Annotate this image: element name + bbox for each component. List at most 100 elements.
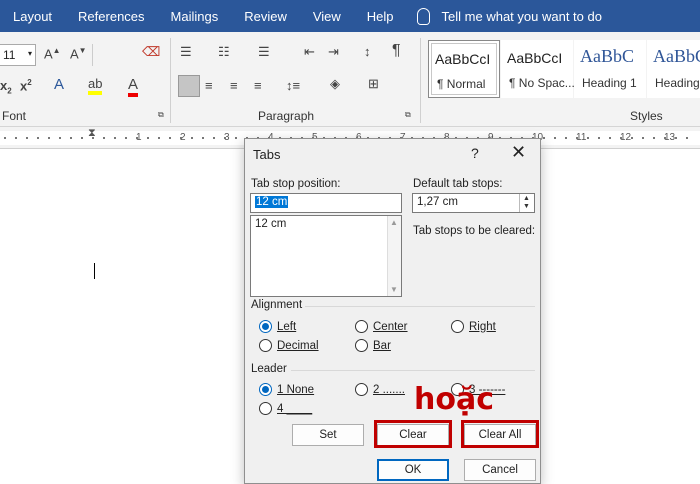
style-no-spacing[interactable]: AaBbCcI ¶ No Spac... — [501, 40, 575, 98]
align-right-icon[interactable]: ≡ — [230, 78, 238, 93]
subscript-icon[interactable]: x2 — [0, 78, 12, 96]
close-icon[interactable]: ✕ — [511, 142, 526, 163]
ruler-tick — [26, 137, 28, 139]
line-spacing-icon[interactable]: ↕≡ — [286, 78, 300, 93]
spin-up-icon[interactable]: ▲ — [523, 195, 530, 202]
font-dialog-launcher-icon[interactable]: ⧉ — [158, 110, 164, 120]
annotation-text: hoặc — [414, 382, 494, 417]
tab-references[interactable]: References — [65, 9, 157, 24]
ruler-tick — [103, 137, 105, 139]
scroll-down-icon[interactable]: ▼ — [390, 285, 398, 294]
ruler-tick — [576, 137, 578, 139]
tab-help[interactable]: Help — [354, 9, 407, 24]
ruler-tick — [180, 137, 182, 139]
radio-leader-dots[interactable]: 2 ....... — [355, 383, 405, 396]
radio-align-bar[interactable]: Bar — [355, 339, 391, 352]
radio-circle — [355, 320, 368, 333]
ruler-tick — [158, 137, 160, 139]
shrink-font-icon[interactable]: A▼ — [70, 46, 87, 61]
cancel-button[interactable]: Cancel — [464, 459, 536, 481]
justify-icon[interactable]: ≡ — [254, 78, 262, 93]
radio-label: Decimal — [277, 339, 319, 352]
list-item[interactable]: 12 cm — [255, 218, 286, 230]
tab-mailings[interactable]: Mailings — [158, 9, 232, 24]
style-heading-1[interactable]: AaBbC Heading 1 — [574, 40, 646, 98]
increase-indent-icon[interactable]: ⇥ — [328, 44, 339, 60]
tell-me-box[interactable]: Tell me what you want to do — [416, 7, 602, 25]
ruler-tick — [81, 137, 83, 139]
default-tab-stops-label: Default tab stops: — [413, 178, 503, 190]
highlight-icon[interactable]: ab — [88, 76, 103, 95]
borders-icon[interactable]: ⊞ — [368, 76, 379, 92]
radio-align-left[interactable]: Left — [259, 320, 296, 333]
font-size-box[interactable]: 11 ▾ — [0, 44, 36, 66]
radio-label: Center — [373, 320, 408, 333]
shading-icon[interactable]: ◈ — [330, 76, 340, 92]
button-label: Cancel — [482, 464, 518, 476]
style-heading-2[interactable]: AaBbC Heading 2 — [647, 40, 700, 98]
style-normal[interactable]: AaBbCcI ¶ Normal — [428, 40, 500, 98]
spin-down-icon[interactable]: ▼ — [523, 203, 530, 210]
ruler-tick — [48, 137, 50, 139]
spin-buttons[interactable]: ▲ ▼ — [519, 194, 534, 212]
radio-align-right[interactable]: Right — [451, 320, 496, 333]
ruler-tick — [169, 137, 171, 139]
grow-font-icon[interactable]: A▲ — [44, 46, 61, 61]
help-button[interactable]: ? — [471, 145, 479, 161]
ruler-tick — [609, 137, 611, 139]
decrease-indent-icon[interactable]: ⇤ — [304, 44, 315, 60]
superscript-icon[interactable]: x2 — [20, 78, 32, 93]
radio-align-center[interactable]: Center — [355, 320, 408, 333]
numbering-icon[interactable]: ☷ — [218, 44, 230, 60]
tab-layout[interactable]: Layout — [0, 9, 65, 24]
tab-stop-position-input[interactable]: 12 cm — [250, 193, 402, 213]
clear-formatting-icon[interactable]: ⌫ — [142, 44, 160, 60]
tell-me-text: Tell me what you want to do — [441, 8, 602, 24]
set-button[interactable]: Set — [292, 424, 364, 446]
ruler-tick — [4, 137, 6, 139]
align-left-button[interactable] — [178, 75, 200, 97]
tab-stops-list[interactable]: 12 cm ▲ ▼ — [250, 215, 402, 297]
radio-label: 2 ....... — [373, 383, 405, 396]
ruler-tick — [59, 137, 61, 139]
radio-align-decimal[interactable]: Decimal — [259, 339, 319, 352]
ruler-tick — [114, 137, 116, 139]
scroll-up-icon[interactable]: ▲ — [390, 218, 398, 227]
font-color-icon[interactable]: A — [128, 76, 139, 97]
ruler-tick — [620, 137, 622, 139]
ruler-tick — [543, 137, 545, 139]
ruler-tick — [136, 137, 138, 139]
ruler-tick — [125, 137, 127, 139]
radio-label: 1 None — [277, 383, 315, 396]
ruler-tick — [37, 137, 39, 139]
radio-leader-none[interactable]: 1 None — [259, 383, 314, 396]
ok-button[interactable]: OK — [377, 459, 449, 481]
tab-stops-to-clear-label: Tab stops to be cleared: — [413, 225, 536, 237]
radio-leader-underline[interactable]: 4 ____ — [259, 402, 312, 415]
group-separator — [420, 38, 421, 123]
divider — [305, 306, 535, 307]
text-effects-icon[interactable]: A — [54, 76, 64, 93]
default-tab-stops-stepper[interactable]: 1,27 cm ▲ ▼ — [412, 193, 535, 213]
bullets-icon[interactable]: ☰ — [180, 44, 192, 60]
align-center-icon[interactable]: ≡ — [205, 78, 213, 93]
radio-circle — [259, 320, 272, 333]
ruler-tick — [631, 137, 633, 139]
tab-view[interactable]: View — [300, 9, 354, 24]
style-sample: AaBbC — [580, 46, 634, 66]
group-styles-label: Styles — [630, 109, 663, 123]
group-separator — [170, 38, 171, 123]
default-tab-stops-value: 1,27 cm — [417, 196, 458, 208]
sort-icon[interactable]: ↕ — [364, 44, 371, 59]
font-size-value: 11 — [3, 48, 16, 62]
ribbon-tab-bar: Layout References Mailings Review View H… — [0, 0, 700, 32]
multilevel-list-icon[interactable]: ☰ — [258, 44, 270, 60]
ruler-tick — [70, 137, 72, 139]
ruler-tick — [565, 137, 567, 139]
tab-review[interactable]: Review — [231, 9, 300, 24]
show-marks-icon[interactable]: ¶ — [392, 42, 401, 60]
ruler-tick — [191, 137, 193, 139]
list-scrollbar[interactable]: ▲ ▼ — [387, 216, 401, 296]
paragraph-dialog-launcher-icon[interactable]: ⧉ — [405, 110, 411, 120]
ruler-tick — [554, 137, 556, 139]
